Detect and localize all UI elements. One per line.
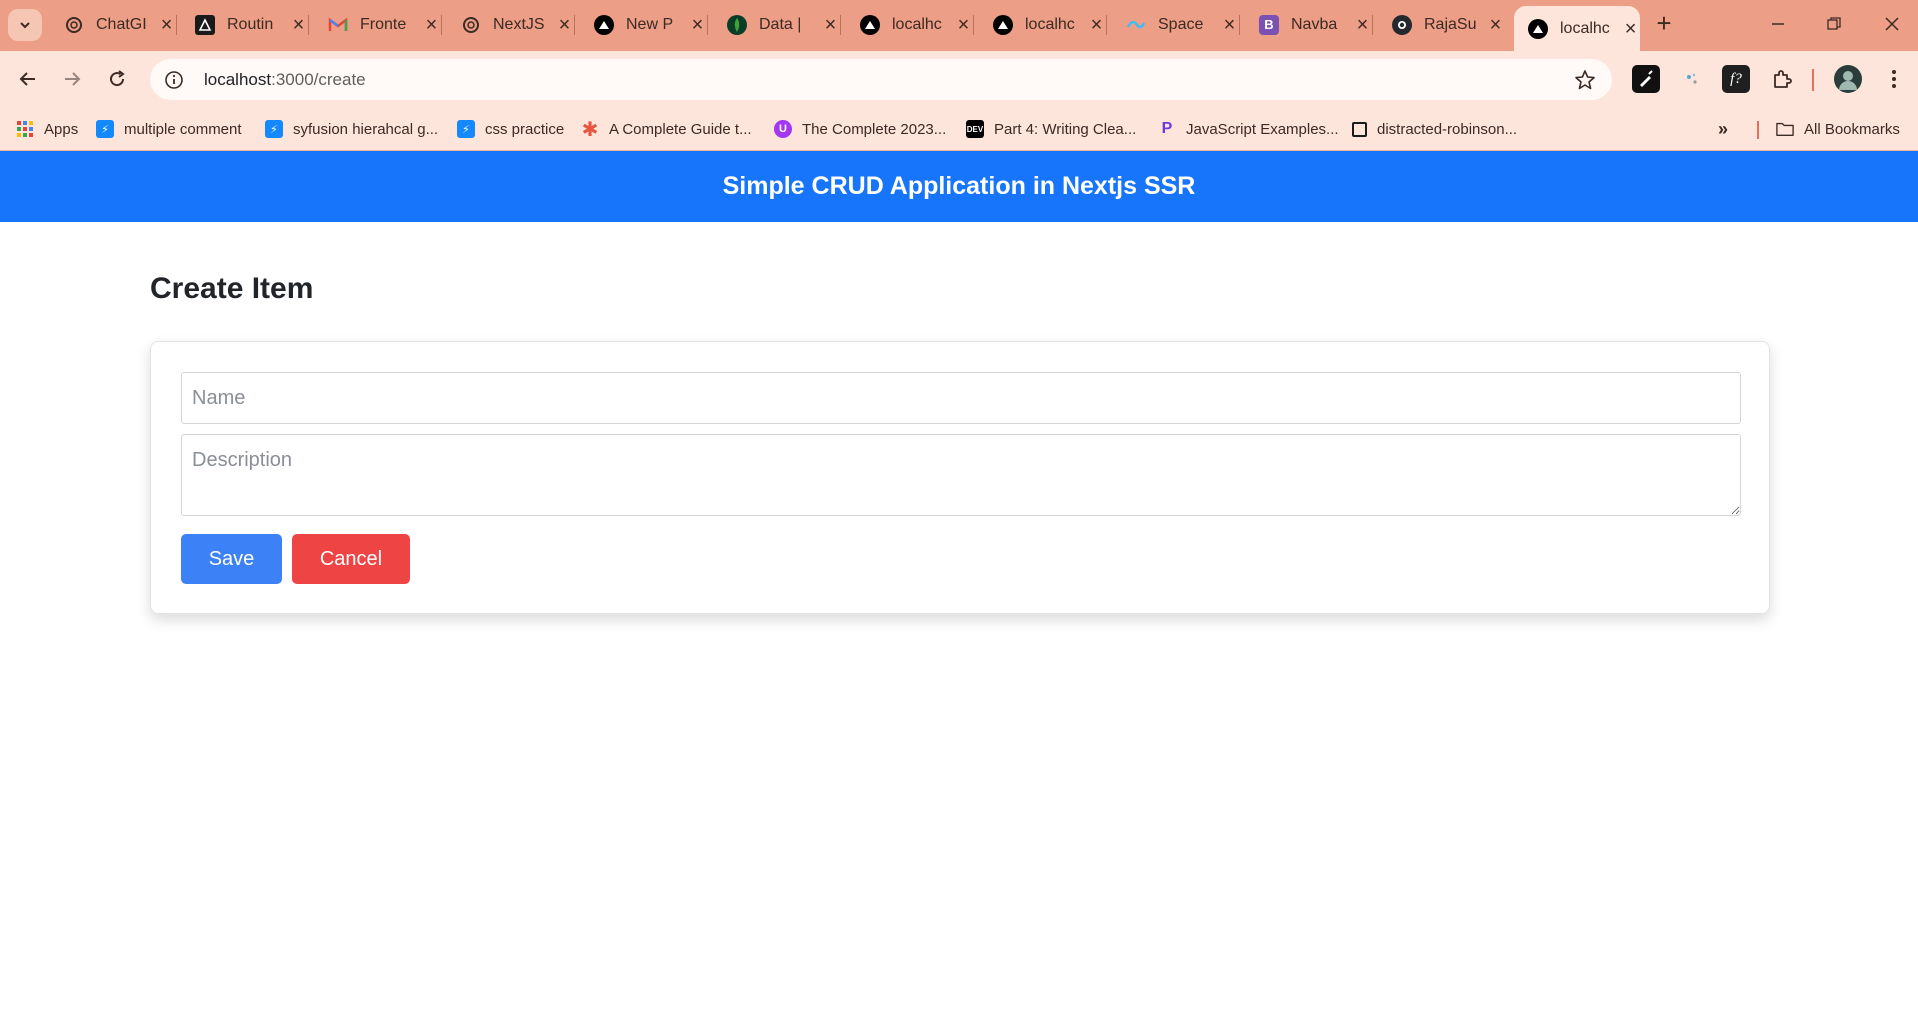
close-tab-icon[interactable]: × (821, 15, 840, 35)
menu-kebab-icon[interactable] (1880, 65, 1908, 93)
minimize-button[interactable] (1766, 12, 1790, 36)
tab-search-button[interactable] (8, 9, 42, 41)
stackblitz-icon: ⚡ (457, 120, 475, 138)
close-window-button[interactable] (1880, 12, 1904, 36)
extension-fx-icon[interactable]: f? (1722, 65, 1750, 93)
arrow-right-icon (65, 72, 81, 86)
restore-button[interactable] (1822, 12, 1846, 36)
reload-button[interactable] (101, 63, 133, 95)
vercel-icon (860, 14, 880, 35)
tab-github[interactable]: RajaSu × (1378, 6, 1505, 43)
bootstrap-icon: B (1259, 14, 1279, 35)
arrow-left-icon (19, 72, 35, 86)
restore-icon (1827, 17, 1841, 30)
all-bookmarks-folder[interactable]: All Bookmarks (1776, 117, 1900, 141)
bookmark-complete-guide[interactable]: ✱ A Complete Guide t... (581, 117, 752, 141)
close-tab-icon[interactable]: × (1220, 15, 1239, 35)
stackblitz-icon: ⚡ (265, 120, 283, 138)
more-bookmarks-chevron-icon[interactable]: » (1718, 117, 1728, 141)
bookmark-distracted-robinson[interactable]: distracted-robinson... (1352, 117, 1517, 141)
tab-localhost-2[interactable]: localhc × (979, 6, 1107, 43)
vercel-icon (594, 14, 614, 35)
tab-space[interactable]: Space × (1112, 6, 1240, 43)
tab-strip: ChatGI × Routin × Fronte × NextJS × New … (0, 0, 1918, 51)
close-tab-icon[interactable]: × (1486, 15, 1505, 35)
bookmark-complete-2023[interactable]: U The Complete 2023... (774, 117, 946, 141)
folder-icon (1776, 120, 1794, 138)
codesandbox-icon (1352, 121, 1367, 137)
chevron-down-icon (20, 22, 30, 29)
toolbar-divider (1812, 69, 1814, 91)
minimize-icon (1772, 23, 1784, 25)
close-tab-icon[interactable]: × (289, 15, 308, 35)
cancel-button[interactable]: Cancel (292, 534, 410, 584)
openai-icon (461, 15, 481, 35)
close-tab-icon[interactable]: × (555, 15, 574, 35)
tab-chatgpt[interactable]: ChatGI × (50, 6, 177, 43)
vercel-icon (1528, 18, 1548, 39)
tab-routing[interactable]: Routin × (181, 6, 309, 43)
bookmark-javascript-examples[interactable]: P JavaScript Examples... (1158, 117, 1339, 141)
github-icon (1392, 14, 1412, 35)
url-text: localhost:3000/create (204, 69, 366, 89)
extension-pen-icon[interactable] (1632, 65, 1660, 93)
tailwind-icon (1126, 15, 1146, 35)
address-bar[interactable]: localhost:3000/create (150, 59, 1612, 100)
angular-icon (195, 14, 215, 35)
gmail-icon (328, 15, 348, 35)
bookmark-css-practice[interactable]: ⚡ css practice (457, 117, 564, 141)
close-icon (1885, 17, 1899, 31)
bookmarks-divider (1757, 121, 1759, 139)
tab-localhost-active[interactable]: localhc × (1514, 6, 1640, 51)
navbar-title: Simple CRUD Application in Nextjs SSR (722, 172, 1196, 200)
dev-icon: DEV (966, 120, 984, 138)
browser-toolbar: localhost:3000/create f? (0, 51, 1918, 107)
app-navbar: Simple CRUD Application in Nextjs SSR (0, 151, 1918, 222)
close-tab-icon[interactable]: × (1353, 15, 1372, 35)
close-tab-icon[interactable]: × (1621, 19, 1640, 39)
page-title: Create Item (150, 272, 314, 305)
name-input[interactable] (181, 372, 1741, 424)
close-tab-icon[interactable]: × (157, 15, 176, 35)
udemy-icon: U (774, 120, 792, 138)
extensions-puzzle-icon[interactable] (1768, 65, 1796, 93)
tab-gmail[interactable]: Fronte × (314, 6, 442, 43)
close-tab-icon[interactable]: × (422, 15, 441, 35)
asterisk-icon: ✱ (581, 118, 599, 141)
apps-grid-icon (16, 120, 34, 138)
tab-navbar[interactable]: B Navba × (1245, 6, 1373, 43)
tab-localhost-1[interactable]: localhc × (846, 6, 974, 43)
openai-icon (64, 15, 84, 35)
new-tab-button[interactable]: + (1650, 10, 1678, 38)
tab-nextjs[interactable]: NextJS × (447, 6, 575, 43)
tab-new-project[interactable]: New P × (580, 6, 708, 43)
bookmark-multiple-comment[interactable]: ⚡ multiple comment (96, 117, 242, 141)
create-item-form-card: Save Cancel (150, 341, 1770, 614)
description-textarea[interactable] (181, 434, 1741, 516)
bookmark-apps[interactable]: Apps (16, 117, 78, 141)
back-button[interactable] (12, 63, 44, 95)
close-tab-icon[interactable]: × (954, 15, 973, 35)
extension-sparkle-icon[interactable] (1677, 65, 1705, 93)
site-info-icon[interactable] (164, 70, 184, 90)
bookmark-writing-clean[interactable]: DEV Part 4: Writing Clea... (966, 117, 1136, 141)
stackblitz-icon: ⚡ (96, 120, 114, 138)
profile-avatar[interactable] (1834, 65, 1862, 93)
close-tab-icon[interactable]: × (1087, 15, 1106, 35)
bookmark-syfusion[interactable]: ⚡ syfusion hierahcal g... (265, 117, 438, 141)
bookmarks-bar: Apps ⚡ multiple comment ⚡ syfusion hiera… (0, 107, 1918, 151)
mongodb-icon (727, 14, 747, 35)
tab-data[interactable]: Data | × (713, 6, 841, 43)
bookmark-star-icon[interactable] (1574, 69, 1596, 91)
close-tab-icon[interactable]: × (688, 15, 707, 35)
save-button[interactable]: Save (181, 534, 282, 584)
forward-button[interactable] (56, 63, 88, 95)
reload-icon (110, 70, 125, 87)
programiz-icon: P (1161, 120, 1173, 137)
vercel-icon (993, 14, 1013, 35)
